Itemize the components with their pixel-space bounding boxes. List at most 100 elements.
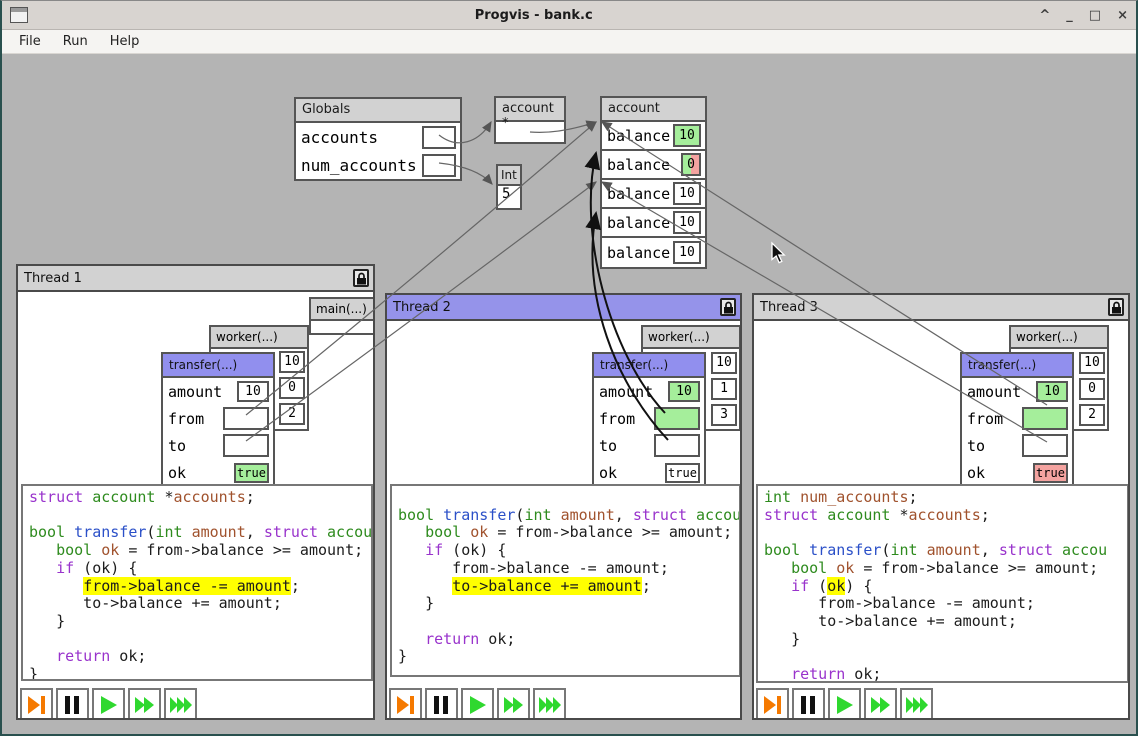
worker-arg-value: 0: [279, 377, 305, 399]
thread-title: Thread 2: [393, 300, 720, 315]
code-line: }: [29, 666, 371, 681]
thread-3-window[interactable]: Thread 3 worker(...) 1002 transfer(...) …: [752, 293, 1130, 720]
code-line: to->balance += amount;: [29, 595, 371, 613]
play-button[interactable]: [92, 688, 125, 718]
variable-name: from: [599, 410, 635, 428]
menu-file[interactable]: File: [8, 31, 52, 52]
ok-value: true: [665, 463, 700, 483]
thread-1-body: main(...) worker(...) 1002 transfer(...)…: [18, 292, 373, 718]
worker-arg-value: 2: [1079, 404, 1105, 426]
transfer-frame-header[interactable]: transfer(...): [962, 354, 1072, 378]
to-value: [1022, 434, 1068, 457]
amount-value: 10: [1036, 381, 1068, 402]
thread-2-window[interactable]: Thread 2 worker(...) 1013 transfer(...) …: [385, 293, 742, 720]
visualization-canvas[interactable]: Globals accounts num_accounts account * …: [2, 54, 1136, 734]
run-to-next-icon: [393, 692, 419, 718]
play-icon: [465, 692, 491, 718]
run-to-next-button[interactable]: [389, 688, 422, 718]
thread-3-titlebar[interactable]: Thread 3: [754, 295, 1128, 321]
run-to-next-button[interactable]: [756, 688, 789, 718]
maximize-button[interactable]: □: [1089, 8, 1101, 23]
code-line: [764, 524, 1127, 542]
thread-1-titlebar[interactable]: Thread 1: [18, 266, 373, 292]
run-to-next-button[interactable]: [20, 688, 53, 718]
play-icon: [832, 692, 858, 718]
variable-name: to: [967, 437, 985, 455]
transfer-frame[interactable]: transfer(...) amount10fromtooktrue: [960, 352, 1074, 488]
playback-controls: [756, 688, 933, 718]
playback-controls: [20, 688, 197, 718]
code-view: bool transfer(int amount, struct accou b…: [390, 484, 740, 677]
shade-button[interactable]: ^: [1039, 8, 1050, 23]
thread-2-titlebar[interactable]: Thread 2: [387, 295, 740, 321]
code-line: }: [398, 595, 739, 613]
account-array-box[interactable]: account balance10balance0balance10balanc…: [600, 96, 707, 269]
worker-arg-value: 0: [1079, 378, 1105, 400]
transfer-frame-header[interactable]: transfer(...): [594, 354, 704, 378]
fastest-forward-button[interactable]: [533, 688, 566, 718]
thread-1-window[interactable]: Thread 1 main(...) worker(...) 1002 tran…: [16, 264, 375, 720]
window-controls: ^ _ □ ×: [1039, 8, 1128, 23]
local-variable-row: oktrue: [962, 459, 1072, 486]
minimize-button[interactable]: _: [1066, 8, 1073, 23]
pause-icon: [796, 692, 822, 718]
account-pointer-box[interactable]: account *: [494, 96, 566, 144]
code-view: struct account *accounts; bool transfer(…: [21, 484, 373, 681]
code-line: if (ok) {: [764, 578, 1127, 596]
worker-frame-header[interactable]: worker(...): [209, 325, 309, 349]
transfer-frame-header[interactable]: transfer(...): [163, 354, 273, 378]
transfer-frame[interactable]: transfer(...) amount10fromtooktrue: [161, 352, 275, 488]
field-name: balance: [607, 244, 670, 262]
worker-arg-value: 10: [1079, 352, 1105, 374]
fast-forward-button[interactable]: [128, 688, 161, 718]
worker-frame-header[interactable]: worker(...): [1009, 325, 1109, 349]
progvis-window: Progvis - bank.c ^ _ □ × File Run Help G…: [0, 0, 1138, 736]
balance-value: 10: [673, 241, 701, 264]
worker-arg-cells: 1002: [279, 351, 305, 429]
code-line: bool ok = from->balance >= amount;: [29, 542, 371, 560]
main-frame-header[interactable]: main(...): [309, 297, 373, 321]
fastest-forward-button[interactable]: [900, 688, 933, 718]
play-button[interactable]: [828, 688, 861, 718]
fast-forward-button[interactable]: [864, 688, 897, 718]
code-line: from->balance -= amount;: [398, 560, 739, 578]
account-row: balance10: [602, 180, 705, 209]
code-line: [398, 489, 739, 507]
local-variable-row: oktrue: [594, 459, 704, 486]
menu-help[interactable]: Help: [99, 31, 151, 52]
transfer-frame[interactable]: transfer(...) amount10fromtooktrue: [592, 352, 706, 488]
globals-header: Globals: [296, 99, 460, 123]
titlebar[interactable]: Progvis - bank.c ^ _ □ ×: [2, 1, 1136, 30]
field-name: balance: [607, 185, 670, 203]
lock-icon: [1108, 298, 1124, 316]
code-line: }: [764, 631, 1127, 649]
code-line: struct account *accounts;: [764, 507, 1127, 525]
mouse-cursor: [772, 243, 784, 263]
play-button[interactable]: [461, 688, 494, 718]
account-row: balance10: [602, 209, 705, 238]
int-box[interactable]: Int 5: [496, 164, 522, 210]
code-line: to->balance += amount;: [764, 613, 1127, 631]
code-line: [764, 648, 1127, 666]
global-variable-row: accounts: [296, 123, 460, 151]
pause-button[interactable]: [56, 688, 89, 718]
global-variable-row: num_accounts: [296, 151, 460, 179]
variable-name: from: [168, 410, 204, 428]
globals-box[interactable]: Globals accounts num_accounts: [294, 97, 462, 181]
worker-frame-header[interactable]: worker(...): [641, 325, 740, 349]
account-row: balance0: [602, 151, 705, 180]
fast-forward-icon: [501, 692, 527, 718]
fast-forward-button[interactable]: [497, 688, 530, 718]
close-button[interactable]: ×: [1117, 8, 1128, 23]
menu-run[interactable]: Run: [52, 31, 99, 52]
fastest-forward-icon: [904, 692, 930, 718]
code-line: from->balance -= amount;: [29, 578, 371, 596]
fastest-forward-button[interactable]: [164, 688, 197, 718]
pause-button[interactable]: [425, 688, 458, 718]
int-header: Int: [498, 166, 520, 186]
from-value: [654, 407, 700, 430]
worker-arg-cells: 1013: [711, 352, 737, 430]
account-header: account: [602, 98, 705, 122]
pause-button[interactable]: [792, 688, 825, 718]
code-line: }: [29, 613, 371, 631]
